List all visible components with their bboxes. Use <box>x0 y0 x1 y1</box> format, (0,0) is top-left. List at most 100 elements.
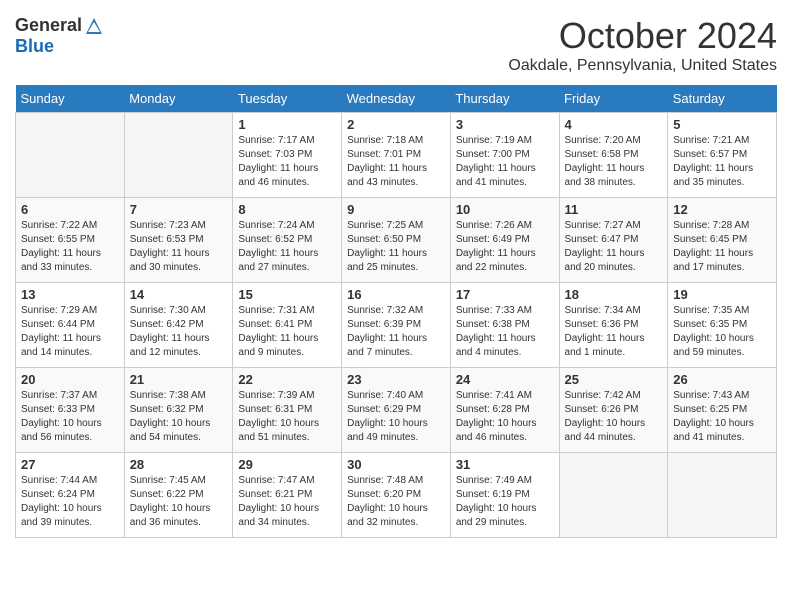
day-info: Sunrise: 7:39 AMSunset: 6:31 PMDaylight:… <box>238 389 336 445</box>
day-number: 3 <box>456 117 554 132</box>
day-header-saturday: Saturday <box>668 85 777 113</box>
logo-blue-text: Blue <box>15 36 54 57</box>
day-info: Sunrise: 7:32 AMSunset: 6:39 PMDaylight:… <box>347 304 445 360</box>
calendar-cell: 26 Sunrise: 7:43 AMSunset: 6:25 PMDayligh… <box>668 368 777 453</box>
day-number: 31 <box>456 457 554 472</box>
day-info: Sunrise: 7:34 AMSunset: 6:36 PMDaylight:… <box>565 304 663 360</box>
day-info: Sunrise: 7:17 AMSunset: 7:03 PMDaylight:… <box>238 134 336 190</box>
day-number: 17 <box>456 287 554 302</box>
day-number: 23 <box>347 372 445 387</box>
day-number: 22 <box>238 372 336 387</box>
day-info: Sunrise: 7:44 AMSunset: 6:24 PMDaylight:… <box>21 474 119 530</box>
day-number: 7 <box>130 202 228 217</box>
day-number: 18 <box>565 287 663 302</box>
day-header-tuesday: Tuesday <box>233 85 342 113</box>
logo-icon <box>84 16 104 36</box>
day-number: 14 <box>130 287 228 302</box>
day-info: Sunrise: 7:20 AMSunset: 6:58 PMDaylight:… <box>565 134 663 190</box>
calendar-cell: 4 Sunrise: 7:20 AMSunset: 6:58 PMDaylight… <box>559 113 668 198</box>
day-number: 9 <box>347 202 445 217</box>
calendar-cell: 24 Sunrise: 7:41 AMSunset: 6:28 PMDayligh… <box>450 368 559 453</box>
calendar-cell: 1Sunrise: 7:17 AMSunset: 7:03 PMDaylight… <box>233 113 342 198</box>
day-number: 13 <box>21 287 119 302</box>
calendar-cell: 11Sunrise: 7:27 AMSunset: 6:47 PMDayligh… <box>559 198 668 283</box>
day-number: 16 <box>347 287 445 302</box>
title-section: October 2024 Oakdale, Pennsylvania, Unit… <box>508 15 777 75</box>
calendar-cell <box>16 113 125 198</box>
day-number: 6 <box>21 202 119 217</box>
day-info: Sunrise: 7:42 AMSunset: 6:26 PMDaylight:… <box>565 389 663 445</box>
day-info: Sunrise: 7:31 AMSunset: 6:41 PMDaylight:… <box>238 304 336 360</box>
day-number: 12 <box>673 202 771 217</box>
calendar-cell: 12Sunrise: 7:28 AMSunset: 6:45 PMDayligh… <box>668 198 777 283</box>
calendar-cell <box>668 453 777 538</box>
calendar-cell: 27 Sunrise: 7:44 AMSunset: 6:24 PMDayligh… <box>16 453 125 538</box>
day-number: 20 <box>21 372 119 387</box>
day-info: Sunrise: 7:25 AMSunset: 6:50 PMDaylight:… <box>347 219 445 275</box>
page-header: General Blue October 2024 Oakdale, Penns… <box>15 15 777 75</box>
calendar-cell: 18 Sunrise: 7:34 AMSunset: 6:36 PMDayligh… <box>559 283 668 368</box>
day-number: 15 <box>238 287 336 302</box>
days-header-row: SundayMondayTuesdayWednesdayThursdayFrid… <box>16 85 777 113</box>
day-info: Sunrise: 7:19 AMSunset: 7:00 PMDaylight:… <box>456 134 554 190</box>
day-info: Sunrise: 7:22 AMSunset: 6:55 PMDaylight:… <box>21 219 119 275</box>
day-info: Sunrise: 7:18 AMSunset: 7:01 PMDaylight:… <box>347 134 445 190</box>
week-row-5: 27 Sunrise: 7:44 AMSunset: 6:24 PMDayligh… <box>16 453 777 538</box>
day-number: 21 <box>130 372 228 387</box>
calendar-cell <box>124 113 233 198</box>
calendar-cell: 30 Sunrise: 7:48 AMSunset: 6:20 PMDayligh… <box>342 453 451 538</box>
calendar-cell: 2 Sunrise: 7:18 AMSunset: 7:01 PMDaylight… <box>342 113 451 198</box>
day-number: 27 <box>21 457 119 472</box>
day-info: Sunrise: 7:47 AMSunset: 6:21 PMDaylight:… <box>238 474 336 530</box>
day-header-thursday: Thursday <box>450 85 559 113</box>
day-header-wednesday: Wednesday <box>342 85 451 113</box>
day-info: Sunrise: 7:35 AMSunset: 6:35 PMDaylight:… <box>673 304 771 360</box>
calendar-cell: 28Sunrise: 7:45 AMSunset: 6:22 PMDayligh… <box>124 453 233 538</box>
day-info: Sunrise: 7:21 AMSunset: 6:57 PMDaylight:… <box>673 134 771 190</box>
day-info: Sunrise: 7:38 AMSunset: 6:32 PMDaylight:… <box>130 389 228 445</box>
calendar-cell: 23Sunrise: 7:40 AMSunset: 6:29 PMDayligh… <box>342 368 451 453</box>
day-info: Sunrise: 7:26 AMSunset: 6:49 PMDaylight:… <box>456 219 554 275</box>
day-number: 4 <box>565 117 663 132</box>
day-info: Sunrise: 7:41 AMSunset: 6:28 PMDaylight:… <box>456 389 554 445</box>
week-row-2: 6 Sunrise: 7:22 AMSunset: 6:55 PMDaylight… <box>16 198 777 283</box>
week-row-4: 20 Sunrise: 7:37 AMSunset: 6:33 PMDayligh… <box>16 368 777 453</box>
calendar-cell: 7Sunrise: 7:23 AMSunset: 6:53 PMDaylight… <box>124 198 233 283</box>
day-number: 24 <box>456 372 554 387</box>
calendar-cell: 9 Sunrise: 7:25 AMSunset: 6:50 PMDaylight… <box>342 198 451 283</box>
calendar-cell: 3 Sunrise: 7:19 AMSunset: 7:00 PMDaylight… <box>450 113 559 198</box>
month-title: October 2024 <box>508 15 777 57</box>
calendar-table: SundayMondayTuesdayWednesdayThursdayFrid… <box>15 85 777 538</box>
calendar-cell: 8 Sunrise: 7:24 AMSunset: 6:52 PMDaylight… <box>233 198 342 283</box>
calendar-cell: 17 Sunrise: 7:33 AMSunset: 6:38 PMDayligh… <box>450 283 559 368</box>
day-number: 30 <box>347 457 445 472</box>
day-info: Sunrise: 7:37 AMSunset: 6:33 PMDaylight:… <box>21 389 119 445</box>
calendar-cell: 21 Sunrise: 7:38 AMSunset: 6:32 PMDayligh… <box>124 368 233 453</box>
calendar-cell: 16 Sunrise: 7:32 AMSunset: 6:39 PMDayligh… <box>342 283 451 368</box>
calendar-cell: 5 Sunrise: 7:21 AMSunset: 6:57 PMDaylight… <box>668 113 777 198</box>
day-number: 5 <box>673 117 771 132</box>
logo: General Blue <box>15 15 104 57</box>
calendar-cell: 10Sunrise: 7:26 AMSunset: 6:49 PMDayligh… <box>450 198 559 283</box>
day-info: Sunrise: 7:30 AMSunset: 6:42 PMDaylight:… <box>130 304 228 360</box>
calendar-cell: 22 Sunrise: 7:39 AMSunset: 6:31 PMDayligh… <box>233 368 342 453</box>
day-info: Sunrise: 7:48 AMSunset: 6:20 PMDaylight:… <box>347 474 445 530</box>
calendar-cell: 15 Sunrise: 7:31 AMSunset: 6:41 PMDayligh… <box>233 283 342 368</box>
calendar-cell: 29Sunrise: 7:47 AMSunset: 6:21 PMDayligh… <box>233 453 342 538</box>
day-number: 8 <box>238 202 336 217</box>
calendar-cell: 19 Sunrise: 7:35 AMSunset: 6:35 PMDayligh… <box>668 283 777 368</box>
day-header-friday: Friday <box>559 85 668 113</box>
calendar-cell <box>559 453 668 538</box>
calendar-cell: 25Sunrise: 7:42 AMSunset: 6:26 PMDayligh… <box>559 368 668 453</box>
calendar-cell: 14 Sunrise: 7:30 AMSunset: 6:42 PMDayligh… <box>124 283 233 368</box>
day-header-monday: Monday <box>124 85 233 113</box>
calendar-cell: 6 Sunrise: 7:22 AMSunset: 6:55 PMDaylight… <box>16 198 125 283</box>
day-number: 2 <box>347 117 445 132</box>
day-info: Sunrise: 7:24 AMSunset: 6:52 PMDaylight:… <box>238 219 336 275</box>
day-info: Sunrise: 7:33 AMSunset: 6:38 PMDaylight:… <box>456 304 554 360</box>
calendar-cell: 13Sunrise: 7:29 AMSunset: 6:44 PMDayligh… <box>16 283 125 368</box>
day-header-sunday: Sunday <box>16 85 125 113</box>
day-number: 26 <box>673 372 771 387</box>
day-number: 19 <box>673 287 771 302</box>
day-info: Sunrise: 7:43 AMSunset: 6:25 PMDaylight:… <box>673 389 771 445</box>
